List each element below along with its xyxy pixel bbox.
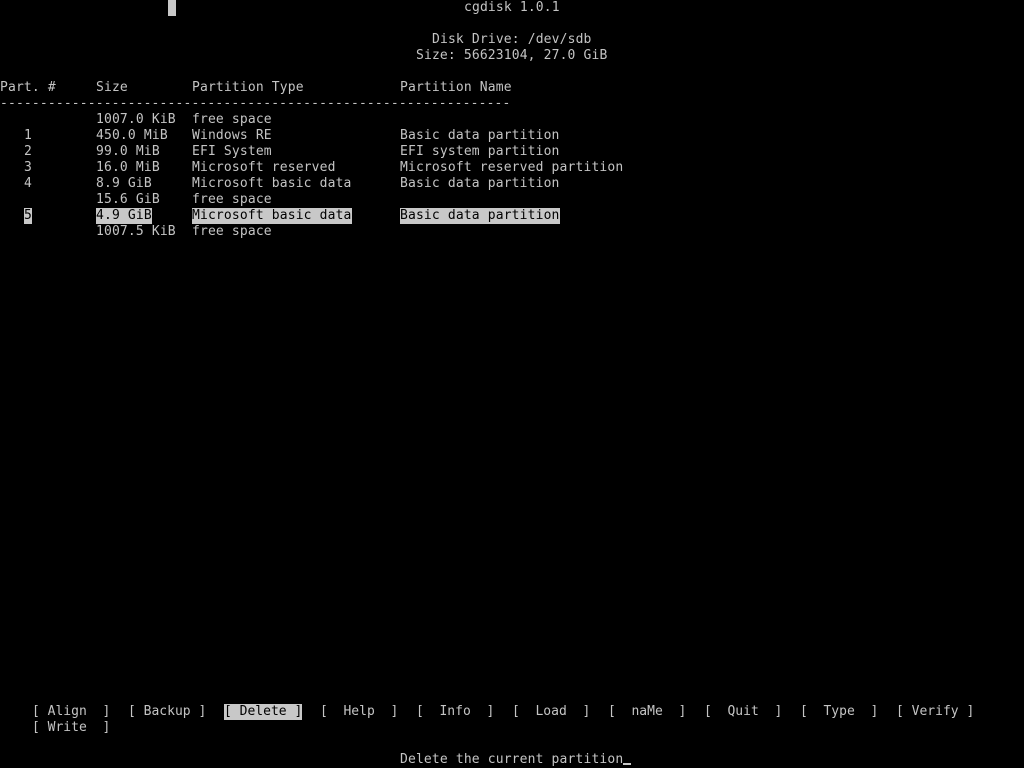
cell-part-num: 5: [24, 208, 32, 224]
header-separator: ----------------------------------------…: [0, 96, 511, 111]
cell-partition-type: EFI System: [192, 144, 272, 159]
cell-size: 16.0 MiB: [96, 160, 160, 175]
cell-partition-type: free space: [192, 192, 272, 207]
cell-partition-name: Microsoft reserved partition: [400, 160, 624, 175]
header-size: Size: [96, 80, 128, 95]
header-partition-type: Partition Type: [192, 80, 304, 95]
cell-partition-name: Basic data partition: [400, 128, 560, 143]
menu-quit-button[interactable]: [ Quit ]: [704, 704, 782, 720]
cell-part-num: 3: [24, 160, 32, 175]
header-partition-name: Partition Name: [400, 80, 512, 95]
app-title: cgdisk 1.0.1: [464, 0, 560, 15]
cell-size: 4.9 GiB: [96, 208, 152, 224]
cell-partition-type: free space: [192, 112, 272, 127]
header-part-num: Part. #: [0, 80, 56, 95]
cell-part-num: 1: [24, 128, 32, 143]
cell-partition-type: Microsoft basic data: [192, 176, 352, 191]
menu-type-button[interactable]: [ Type ]: [800, 704, 878, 720]
menu-align-button[interactable]: [ Align ]: [32, 704, 110, 720]
cell-partition-name: EFI system partition: [400, 144, 560, 159]
cell-partition-type: Microsoft reserved: [192, 160, 336, 175]
disk-size-label: Size: 56623104, 27.0 GiB: [416, 48, 608, 63]
cell-size: 1007.5 KiB: [96, 224, 176, 239]
menu-verify-button[interactable]: [ Verify ]: [896, 704, 974, 720]
menu-load-button[interactable]: [ Load ]: [512, 704, 590, 720]
cell-partition-name: Basic data partition: [400, 176, 560, 191]
status-text: Delete the current partition: [400, 752, 624, 767]
cell-partition-name: Basic data partition: [400, 208, 560, 224]
cell-part-num: 4: [24, 176, 32, 191]
menu-write-button[interactable]: [ Write ]: [32, 720, 110, 736]
cell-size: 99.0 MiB: [96, 144, 160, 159]
menu-delete-button[interactable]: [ Delete ]: [224, 704, 303, 720]
cell-size: 15.6 GiB: [96, 192, 160, 207]
cell-partition-type: Windows RE: [192, 128, 272, 143]
text-cursor: [623, 763, 632, 765]
cell-part-num: 2: [24, 144, 32, 159]
status-line: Delete the current partition: [400, 752, 632, 768]
cell-partition-type: free space: [192, 224, 272, 239]
menu-backup-button[interactable]: [ Backup ]: [128, 704, 206, 720]
cell-size: 8.9 GiB: [96, 176, 152, 191]
menu-help-button[interactable]: [ Help ]: [320, 704, 398, 720]
cell-size: 1007.0 KiB: [96, 112, 176, 127]
disk-drive-label: Disk Drive: /dev/sdb: [432, 32, 592, 47]
menu-name-button[interactable]: [ naMe ]: [608, 704, 686, 720]
terminal-cursor-block: [168, 0, 176, 16]
cell-partition-type: Microsoft basic data: [192, 208, 352, 224]
cell-size: 450.0 MiB: [96, 128, 168, 143]
menu-info-button[interactable]: [ Info ]: [416, 704, 494, 720]
